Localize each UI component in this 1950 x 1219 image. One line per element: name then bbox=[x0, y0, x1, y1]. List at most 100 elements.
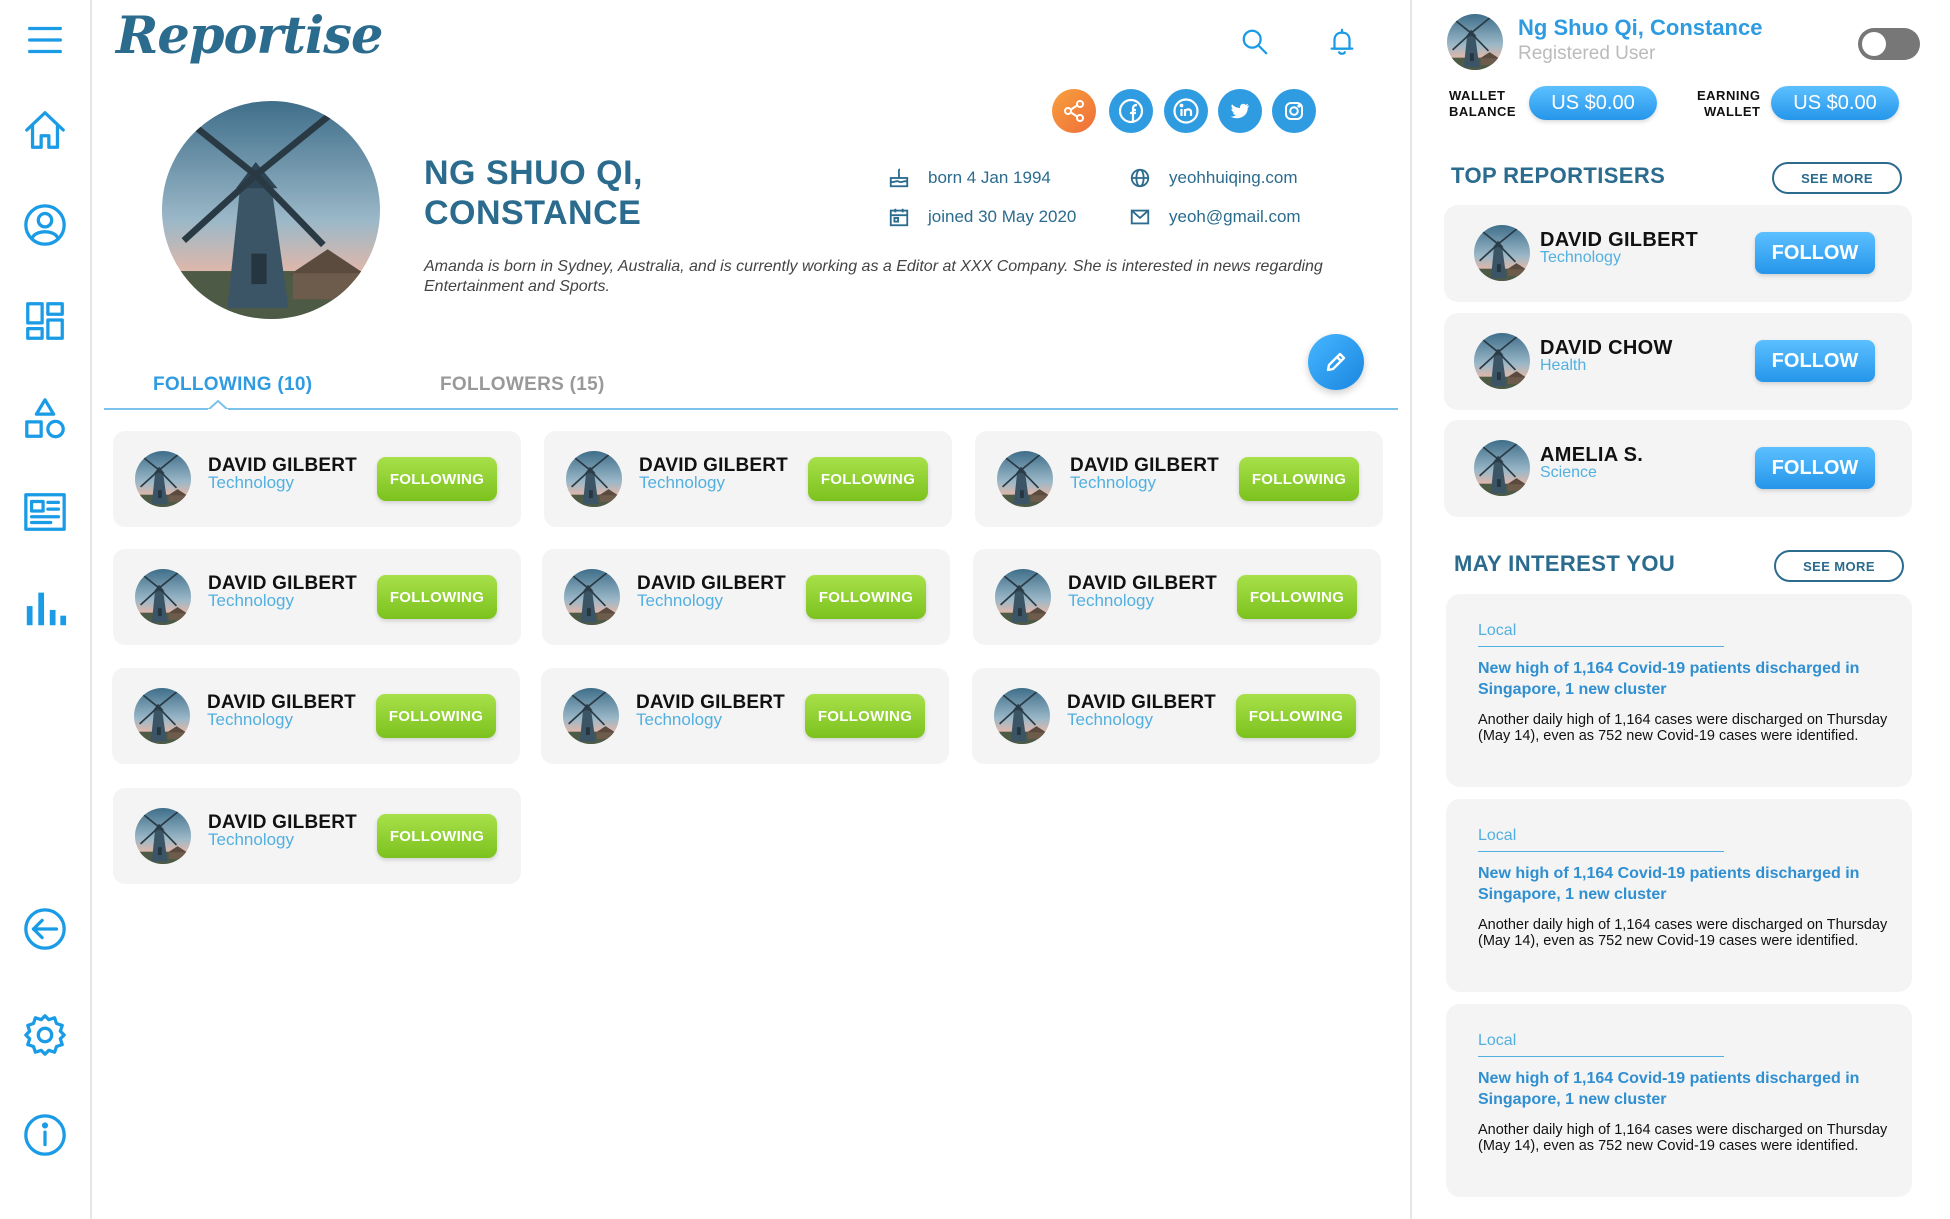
following-card[interactable]: DAVID GILBERT Technology FOLLOWING bbox=[541, 668, 949, 764]
sidebar bbox=[0, 0, 92, 1219]
following-card[interactable]: DAVID GILBERT Technology FOLLOWING bbox=[975, 431, 1383, 527]
news-card[interactable]: Local New high of 1,164 Covid-19 patient… bbox=[1446, 1004, 1912, 1197]
news-title[interactable]: New high of 1,164 Covid-19 patients disc… bbox=[1478, 658, 1888, 700]
news-title[interactable]: New high of 1,164 Covid-19 patients disc… bbox=[1478, 863, 1888, 905]
app-logo[interactable]: Reportise bbox=[116, 6, 383, 66]
following-category: Technology bbox=[207, 710, 294, 729]
wallet-balance-label-line-1: WALLET bbox=[1449, 88, 1506, 103]
birth-date-text: born 4 Jan 1994 bbox=[928, 168, 1051, 187]
reportiser-category: Health bbox=[1540, 357, 1587, 374]
may-interest-you-see-more-button[interactable]: SEE MORE bbox=[1774, 550, 1904, 582]
facebook-icon[interactable] bbox=[1109, 89, 1153, 133]
news-summary: Another daily high of 1,164 cases were d… bbox=[1478, 917, 1888, 949]
home-icon[interactable] bbox=[20, 105, 70, 155]
avatar[interactable] bbox=[135, 808, 191, 864]
reportiser-card[interactable]: DAVID GILBERT Technology FOLLOW bbox=[1444, 205, 1912, 302]
reportiser-card[interactable]: AMELIA S. Science FOLLOW bbox=[1444, 420, 1912, 517]
following-button[interactable]: FOLLOWING bbox=[377, 575, 497, 619]
settings-icon[interactable] bbox=[20, 1010, 70, 1060]
avatar[interactable] bbox=[563, 688, 619, 744]
follow-button[interactable]: FOLLOW bbox=[1755, 340, 1875, 382]
following-button[interactable]: FOLLOWING bbox=[377, 814, 497, 858]
twitter-icon[interactable] bbox=[1218, 89, 1262, 133]
website-link[interactable]: yeohhuiqing.com bbox=[1169, 168, 1298, 188]
cake-icon bbox=[889, 168, 909, 188]
info-icon[interactable] bbox=[20, 1110, 70, 1160]
follow-button[interactable]: FOLLOW bbox=[1755, 232, 1875, 274]
pencil-icon bbox=[1326, 352, 1346, 372]
avatar[interactable] bbox=[566, 451, 622, 507]
user-avatar[interactable] bbox=[1447, 14, 1503, 70]
news-tag[interactable]: Local bbox=[1478, 1032, 1516, 1050]
avatar[interactable] bbox=[135, 451, 191, 507]
edit-profile-button[interactable] bbox=[1308, 334, 1364, 390]
following-category: Technology bbox=[637, 591, 724, 610]
user-name[interactable]: Ng Shuo Qi, Constance bbox=[1518, 15, 1762, 41]
following-card[interactable]: DAVID GILBERT Technology FOLLOWING bbox=[112, 668, 520, 764]
stats-icon[interactable] bbox=[20, 583, 70, 633]
following-card[interactable]: DAVID GILBERT Technology FOLLOWING bbox=[113, 431, 521, 527]
following-card[interactable]: DAVID GILBERT Technology FOLLOWING bbox=[972, 668, 1380, 764]
following-category: Technology bbox=[208, 591, 295, 610]
following-button[interactable]: FOLLOWING bbox=[1236, 694, 1356, 738]
following-card[interactable]: DAVID GILBERT Technology FOLLOWING bbox=[973, 549, 1381, 645]
avatar[interactable] bbox=[135, 569, 191, 625]
following-button[interactable]: FOLLOWING bbox=[1239, 457, 1359, 501]
avatar[interactable] bbox=[997, 451, 1053, 507]
search-icon[interactable] bbox=[1233, 20, 1277, 64]
email-link[interactable]: yeoh@gmail.com bbox=[1169, 207, 1301, 227]
news-card[interactable]: Local New high of 1,164 Covid-19 patient… bbox=[1446, 594, 1912, 787]
following-button[interactable]: FOLLOWING bbox=[806, 575, 926, 619]
news-icon[interactable] bbox=[20, 487, 70, 537]
profile-icon[interactable] bbox=[20, 200, 70, 250]
menu-icon[interactable] bbox=[20, 15, 70, 65]
tab-following[interactable]: FOLLOWING (10) bbox=[153, 374, 312, 396]
following-category: Technology bbox=[1068, 591, 1155, 610]
following-button[interactable]: FOLLOWING bbox=[1237, 575, 1357, 619]
linkedin-icon[interactable] bbox=[1164, 89, 1208, 133]
wallet-balance-value[interactable]: US $0.00 bbox=[1529, 86, 1657, 120]
follow-button[interactable]: FOLLOW bbox=[1755, 447, 1875, 489]
birth-date: born 4 Jan 1994 bbox=[888, 167, 1051, 189]
top-reportisers-see-more-button[interactable]: SEE MORE bbox=[1772, 162, 1902, 194]
avatar[interactable] bbox=[994, 688, 1050, 744]
news-title[interactable]: New high of 1,164 Covid-19 patients disc… bbox=[1478, 1068, 1888, 1110]
news-summary: Another daily high of 1,164 cases were d… bbox=[1478, 1122, 1888, 1154]
following-button[interactable]: FOLLOWING bbox=[376, 694, 496, 738]
following-card[interactable]: DAVID GILBERT Technology FOLLOWING bbox=[113, 788, 521, 884]
avatar[interactable] bbox=[134, 688, 190, 744]
reportiser-card[interactable]: DAVID CHOW Health FOLLOW bbox=[1444, 313, 1912, 410]
tab-followers[interactable]: FOLLOWERS (15) bbox=[440, 374, 605, 396]
news-summary: Another daily high of 1,164 cases were d… bbox=[1478, 712, 1888, 744]
following-button[interactable]: FOLLOWING bbox=[808, 457, 928, 501]
avatar[interactable] bbox=[1474, 333, 1530, 389]
mail-icon bbox=[1130, 209, 1150, 225]
earning-wallet-label-line-2: WALLET bbox=[1704, 104, 1761, 119]
bell-icon[interactable] bbox=[1320, 20, 1364, 64]
instagram-icon[interactable] bbox=[1272, 89, 1316, 133]
earning-wallet-label-line-1: EARNING bbox=[1697, 88, 1761, 103]
email[interactable]: yeoh@gmail.com bbox=[1129, 206, 1301, 228]
following-button[interactable]: FOLLOWING bbox=[805, 694, 925, 738]
avatar[interactable] bbox=[1474, 225, 1530, 281]
profile-avatar[interactable] bbox=[162, 101, 380, 319]
following-card[interactable]: DAVID GILBERT Technology FOLLOWING bbox=[113, 549, 521, 645]
following-button[interactable]: FOLLOWING bbox=[377, 457, 497, 501]
following-card[interactable]: DAVID GILBERT Technology FOLLOWING bbox=[542, 549, 950, 645]
profile-name-line-2: CONSTANCE bbox=[424, 194, 642, 232]
shapes-icon[interactable] bbox=[20, 393, 70, 443]
share-icon[interactable] bbox=[1052, 89, 1096, 133]
following-card[interactable]: DAVID GILBERT Technology FOLLOWING bbox=[544, 431, 952, 527]
dashboard-icon[interactable] bbox=[20, 296, 70, 346]
following-category: Technology bbox=[636, 710, 723, 729]
theme-toggle[interactable] bbox=[1858, 28, 1920, 60]
news-card[interactable]: Local New high of 1,164 Covid-19 patient… bbox=[1446, 799, 1912, 992]
earning-wallet-value[interactable]: US $0.00 bbox=[1771, 86, 1899, 120]
logout-icon[interactable] bbox=[20, 904, 70, 954]
website[interactable]: yeohhuiqing.com bbox=[1129, 167, 1298, 189]
avatar[interactable] bbox=[1474, 440, 1530, 496]
avatar[interactable] bbox=[995, 569, 1051, 625]
news-tag[interactable]: Local bbox=[1478, 827, 1516, 845]
news-tag[interactable]: Local bbox=[1478, 622, 1516, 640]
avatar[interactable] bbox=[564, 569, 620, 625]
